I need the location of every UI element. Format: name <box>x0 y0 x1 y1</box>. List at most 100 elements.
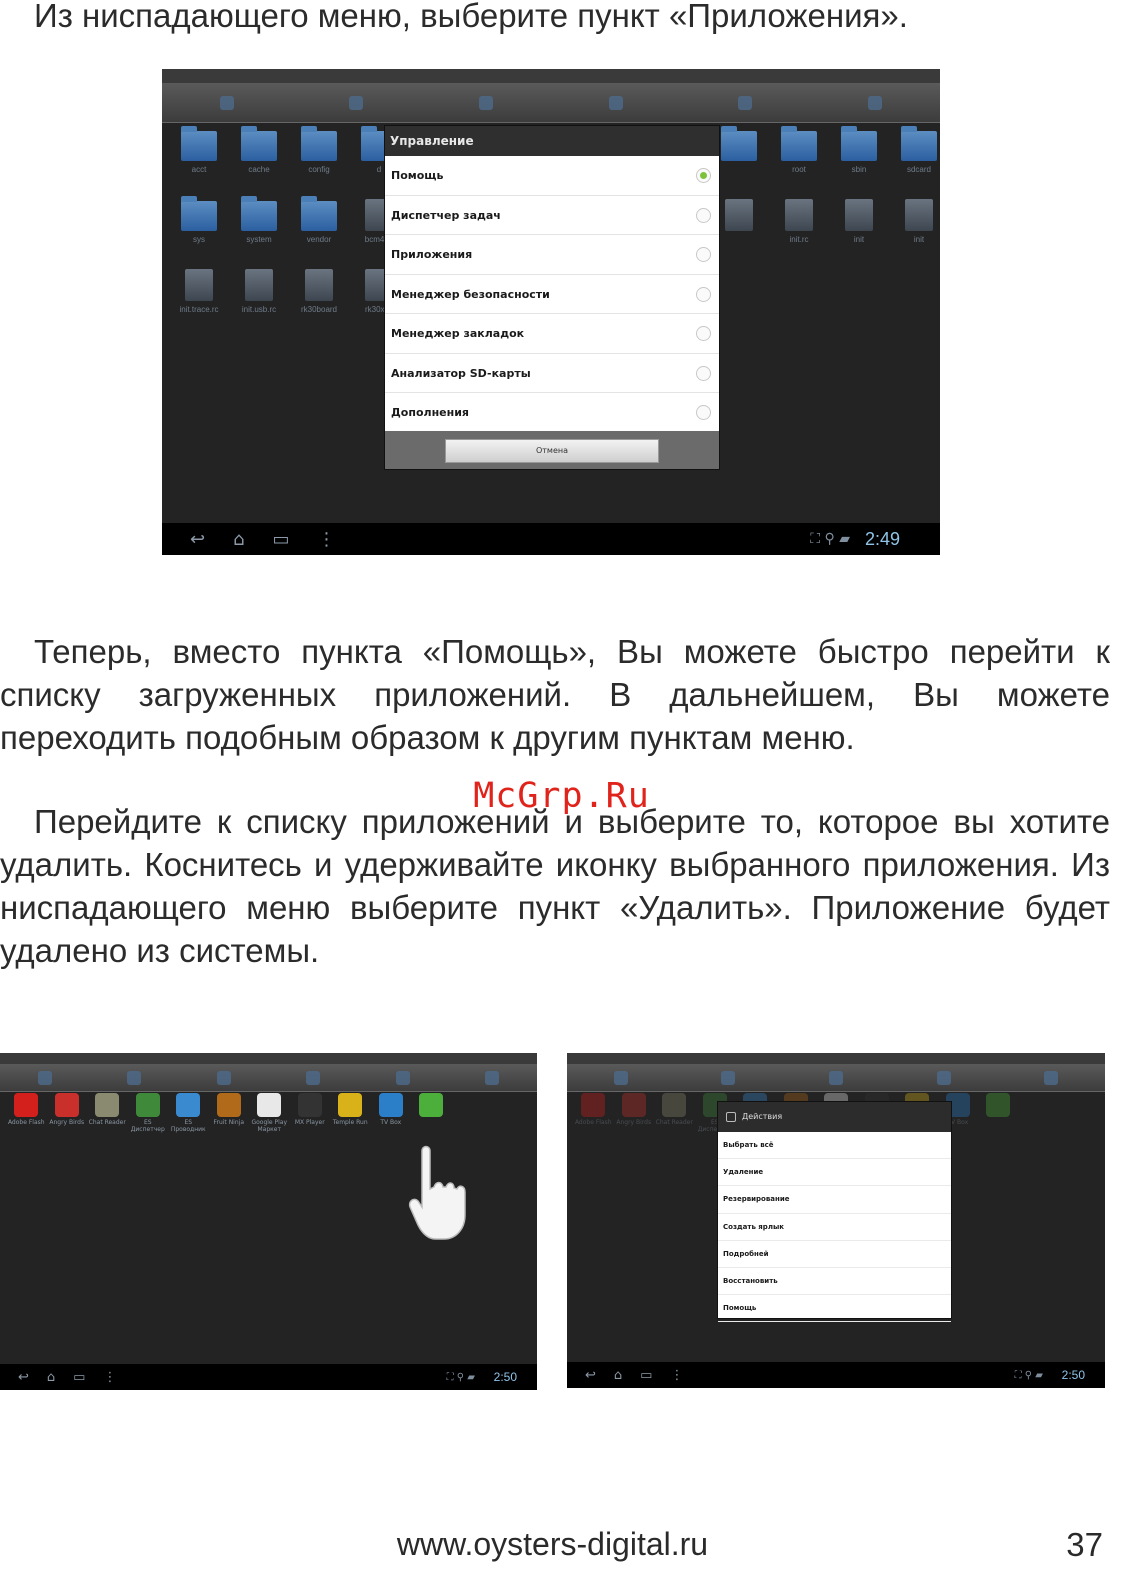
dialog-option[interactable]: Менеджер безопасности <box>385 275 719 314</box>
menu-item[interactable]: Выбрать всё <box>718 1132 951 1160</box>
up-icon[interactable] <box>349 95 364 110</box>
menu-icon[interactable]: ⋮ <box>318 529 336 550</box>
radio-button[interactable] <box>696 247 711 262</box>
app-item[interactable]: Chat Reader <box>654 1093 695 1133</box>
search-icon[interactable] <box>216 1070 231 1085</box>
up-icon[interactable] <box>127 1070 142 1085</box>
file-item[interactable]: sdcard <box>890 125 940 193</box>
app-item[interactable]: ES Диспетчер <box>128 1093 169 1133</box>
dialog-option[interactable]: Анализатор SD-карты <box>385 354 719 393</box>
app-item[interactable]: Temple Run <box>330 1093 371 1133</box>
cancel-button[interactable]: Отмена <box>445 439 659 463</box>
file-item[interactable]: sys <box>170 195 228 263</box>
menu-item[interactable]: Создать ярлык <box>718 1214 951 1241</box>
menu-icon[interactable]: ⋮ <box>103 1370 116 1385</box>
dialog-option[interactable]: Дополнения <box>385 393 719 433</box>
back-icon[interactable]: ↩ <box>585 1368 596 1383</box>
recent-apps-icon[interactable]: ▭ <box>640 1368 652 1383</box>
home-nav-icon[interactable]: ⌂ <box>47 1370 55 1385</box>
refresh-icon[interactable] <box>608 95 623 110</box>
file-label: init <box>853 235 865 244</box>
home-nav-icon[interactable]: ⌂ <box>233 529 244 550</box>
app-item[interactable] <box>411 1093 452 1133</box>
app-icon <box>621 1093 646 1117</box>
app-item[interactable]: Angry Birds <box>47 1093 88 1133</box>
file-item[interactable]: config <box>290 125 348 193</box>
app-item[interactable]: Angry Birds <box>614 1093 655 1133</box>
menu-item[interactable]: Резервирование <box>718 1186 951 1214</box>
dialog-option[interactable]: Помощь <box>385 156 719 196</box>
app-label: Chat Reader <box>88 1119 126 1126</box>
view-icon[interactable] <box>395 1070 410 1085</box>
folder-icon <box>301 126 337 161</box>
app-item[interactable]: ES Проводник <box>168 1093 209 1133</box>
search-icon[interactable] <box>828 1070 843 1085</box>
window-icon[interactable] <box>868 95 883 110</box>
radio-button[interactable] <box>696 286 711 302</box>
app-item[interactable]: MX Player <box>290 1093 331 1133</box>
home-icon[interactable] <box>219 95 234 110</box>
app-item[interactable]: TV Box <box>371 1093 412 1133</box>
file-item[interactable]: init.usb.rc <box>230 265 288 333</box>
radio-button[interactable] <box>696 207 711 223</box>
dialog-option[interactable]: Приложения <box>385 235 719 275</box>
app-icon <box>135 1093 160 1117</box>
app-item[interactable]: Adobe Flash <box>573 1093 614 1133</box>
touch-hand-icon <box>408 1145 466 1240</box>
home-nav-icon[interactable]: ⌂ <box>614 1368 622 1383</box>
app-item[interactable]: Adobe Flash <box>6 1093 47 1133</box>
dialog-option-label: Диспетчер задач <box>391 208 501 222</box>
refresh-icon[interactable] <box>936 1070 951 1085</box>
file-manager-screenshot: acct cache config d root sbin sdcard sys system v… <box>162 69 940 555</box>
file-label: sbin <box>851 165 867 174</box>
dialog-option[interactable]: Менеджер закладок <box>385 314 719 354</box>
toolbar <box>0 1064 537 1092</box>
menu-item[interactable]: Помощь <box>718 1295 951 1323</box>
clock: 2:50 <box>1061 1368 1085 1382</box>
footer-url[interactable]: www.oysters-digital.ru <box>0 1526 1105 1563</box>
up-icon[interactable] <box>721 1070 736 1085</box>
folder-icon <box>841 126 877 161</box>
file-item[interactable]: rk30board <box>290 265 348 333</box>
navigation-bar: ↩ ⌂ ▭ ⋮ ⛶ ⚲ ▰ 2:50 <box>567 1362 1105 1388</box>
recent-apps-icon[interactable]: ▭ <box>273 529 290 550</box>
refresh-icon[interactable] <box>306 1070 321 1085</box>
recent-apps-icon[interactable]: ▭ <box>73 1370 85 1385</box>
radio-button[interactable] <box>696 365 711 381</box>
back-icon[interactable]: ↩ <box>190 529 205 550</box>
window-icon[interactable] <box>485 1070 500 1085</box>
file-item[interactable]: acct <box>170 125 228 193</box>
app-item[interactable] <box>978 1093 1019 1133</box>
radio-button[interactable] <box>696 405 711 420</box>
file-item[interactable]: system <box>230 195 288 263</box>
search-icon[interactable] <box>479 95 494 110</box>
file-item[interactable]: init <box>890 195 940 263</box>
radio-button[interactable] <box>696 326 711 341</box>
app-icon <box>297 1093 322 1117</box>
menu-icon[interactable]: ⋮ <box>670 1368 683 1383</box>
back-icon[interactable]: ↩ <box>18 1370 29 1385</box>
dialog-option[interactable]: Диспетчер задач <box>385 196 719 235</box>
file-item[interactable]: init <box>830 195 888 263</box>
app-icon <box>338 1093 363 1117</box>
view-icon[interactable] <box>1044 1070 1059 1085</box>
home-icon[interactable] <box>613 1070 628 1085</box>
file-item[interactable]: cache <box>230 125 288 193</box>
app-item[interactable]: Fruit Ninja <box>209 1093 250 1133</box>
app-item[interactable]: Google Play Маркет <box>249 1093 290 1133</box>
home-icon[interactable] <box>37 1070 52 1085</box>
menu-item[interactable]: Восстановить <box>718 1268 951 1296</box>
app-item[interactable]: Chat Reader <box>87 1093 128 1133</box>
manage-dialog: Управление Помощь Диспетчер задач Приложен… <box>384 125 720 470</box>
app-icon <box>14 1093 39 1117</box>
menu-item[interactable]: Подробней <box>718 1241 951 1268</box>
view-icon[interactable] <box>738 95 753 110</box>
file-item[interactable]: vendor <box>290 195 348 263</box>
file-item[interactable]: init.rc <box>770 195 828 263</box>
menu-item[interactable]: Удаление <box>718 1159 951 1187</box>
file-item[interactable]: sbin <box>830 125 888 193</box>
file-label: system <box>246 235 272 244</box>
file-item[interactable]: root <box>770 125 828 193</box>
radio-button[interactable] <box>696 168 711 183</box>
file-item[interactable]: init.trace.rc <box>170 265 228 333</box>
